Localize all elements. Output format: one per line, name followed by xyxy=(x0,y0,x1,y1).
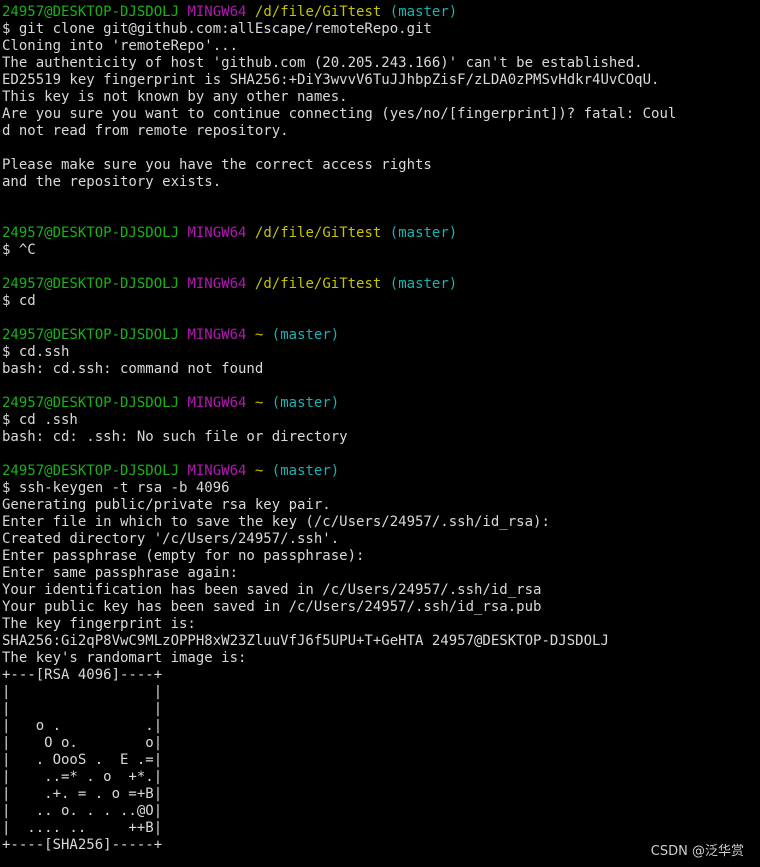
output-line: +---[RSA 4096]----+ xyxy=(2,667,163,683)
output-line: Are you sure you want to continue connec… xyxy=(2,106,677,122)
prompt-path: ~ xyxy=(254,395,264,411)
output-line: | . OooS . E .=| xyxy=(2,752,163,768)
output-line: Created directory '/c/Users/24957/.ssh'. xyxy=(2,531,340,547)
output-line: Your identification has been saved in /c… xyxy=(2,582,542,598)
prompt-branch: (master) xyxy=(389,276,458,292)
prompt-user: 24957@DESKTOP-DJSDOLJ xyxy=(2,327,180,343)
output-line: The authenticity of host 'github.com (20… xyxy=(2,55,643,71)
output-line: $ cd.ssh xyxy=(2,344,70,360)
prompt-path: /d/file/GiTtest xyxy=(254,225,382,241)
output-line: | o . .| xyxy=(2,718,163,734)
output-line: The key's randomart image is: xyxy=(2,650,247,666)
output-line: | .+. = . o =+B| xyxy=(2,786,163,802)
output-line: Cloning into 'remoteRepo'... xyxy=(2,38,239,54)
output-line: Enter file in which to save the key (/c/… xyxy=(2,514,550,530)
prompt-branch: (master) xyxy=(271,463,340,479)
prompt-line: 24957@DESKTOP-DJSDOLJ MINGW64 ~ (master) xyxy=(2,395,760,412)
output-line: $ ssh-keygen -t rsa -b 4096 xyxy=(2,480,230,496)
output-line: Enter same passphrase again: xyxy=(2,565,239,581)
prompt-path: /d/file/GiTtest xyxy=(254,4,382,20)
output-line: | | xyxy=(2,684,163,700)
prompt-system: MINGW64 xyxy=(187,4,247,20)
prompt-branch: (master) xyxy=(271,395,340,411)
output-line: bash: cd.ssh: command not found xyxy=(2,361,264,377)
prompt-path: ~ xyxy=(254,327,264,343)
prompt-user: 24957@DESKTOP-DJSDOLJ xyxy=(2,225,180,241)
prompt-line: 24957@DESKTOP-DJSDOLJ MINGW64 ~ (master) xyxy=(2,463,760,480)
output-line: SHA256:Gi2qP8VwC9MLzOPPH8xW23ZluuVfJ6f5U… xyxy=(2,633,609,649)
output-line: | ..=* . o +*.| xyxy=(2,769,163,785)
output-line: bash: cd: .ssh: No such file or director… xyxy=(2,429,348,445)
prompt-system: MINGW64 xyxy=(187,225,247,241)
output-line: The key fingerprint is: xyxy=(2,616,196,632)
output-line: Generating public/private rsa key pair. xyxy=(2,497,331,513)
output-line: and the repository exists. xyxy=(2,174,222,190)
output-line: +----[SHA256]-----+ xyxy=(2,837,163,853)
prompt-system: MINGW64 xyxy=(187,463,247,479)
prompt-line: 24957@DESKTOP-DJSDOLJ MINGW64 /d/file/Gi… xyxy=(2,225,760,242)
output-line: | .... .. ++B| xyxy=(2,820,163,836)
output-line: $ cd .ssh xyxy=(2,412,78,428)
prompt-path: /d/file/GiTtest xyxy=(254,276,382,292)
output-line: | O o. o| xyxy=(2,735,163,751)
prompt-user: 24957@DESKTOP-DJSDOLJ xyxy=(2,395,180,411)
output-line: Enter passphrase (empty for no passphras… xyxy=(2,548,365,564)
output-line: d not read from remote repository. xyxy=(2,123,289,139)
prompt-line: 24957@DESKTOP-DJSDOLJ MINGW64 ~ (master) xyxy=(2,327,760,344)
prompt-system: MINGW64 xyxy=(187,327,247,343)
prompt-user: 24957@DESKTOP-DJSDOLJ xyxy=(2,4,180,20)
prompt-branch: (master) xyxy=(389,225,458,241)
output-line: Your public key has been saved in /c/Use… xyxy=(2,599,542,615)
output-line: $ ^C xyxy=(2,242,36,258)
output-line: $ cd xyxy=(2,293,36,309)
csdn-watermark: CSDN @泛华赏 xyxy=(650,844,744,859)
output-line: | .. o. . . ..@O| xyxy=(2,803,163,819)
prompt-path: ~ xyxy=(254,463,264,479)
prompt-system: MINGW64 xyxy=(187,276,247,292)
output-line: | | xyxy=(2,701,163,717)
output-line: This key is not known by any other names… xyxy=(2,89,348,105)
prompt-user: 24957@DESKTOP-DJSDOLJ xyxy=(2,276,180,292)
output-line: Please make sure you have the correct ac… xyxy=(2,157,432,173)
output-line: ED25519 key fingerprint is SHA256:+DiY3w… xyxy=(2,72,660,88)
prompt-user: 24957@DESKTOP-DJSDOLJ xyxy=(2,463,180,479)
prompt-system: MINGW64 xyxy=(187,395,247,411)
prompt-line: 24957@DESKTOP-DJSDOLJ MINGW64 /d/file/Gi… xyxy=(2,4,760,21)
prompt-line: 24957@DESKTOP-DJSDOLJ MINGW64 /d/file/Gi… xyxy=(2,276,760,293)
terminal-window[interactable]: 24957@DESKTOP-DJSDOLJ MINGW64 /d/file/Gi… xyxy=(0,0,760,867)
output-line: $ git clone git@github.com:allEscape/rem… xyxy=(2,21,432,37)
prompt-branch: (master) xyxy=(389,4,458,20)
prompt-branch: (master) xyxy=(271,327,340,343)
